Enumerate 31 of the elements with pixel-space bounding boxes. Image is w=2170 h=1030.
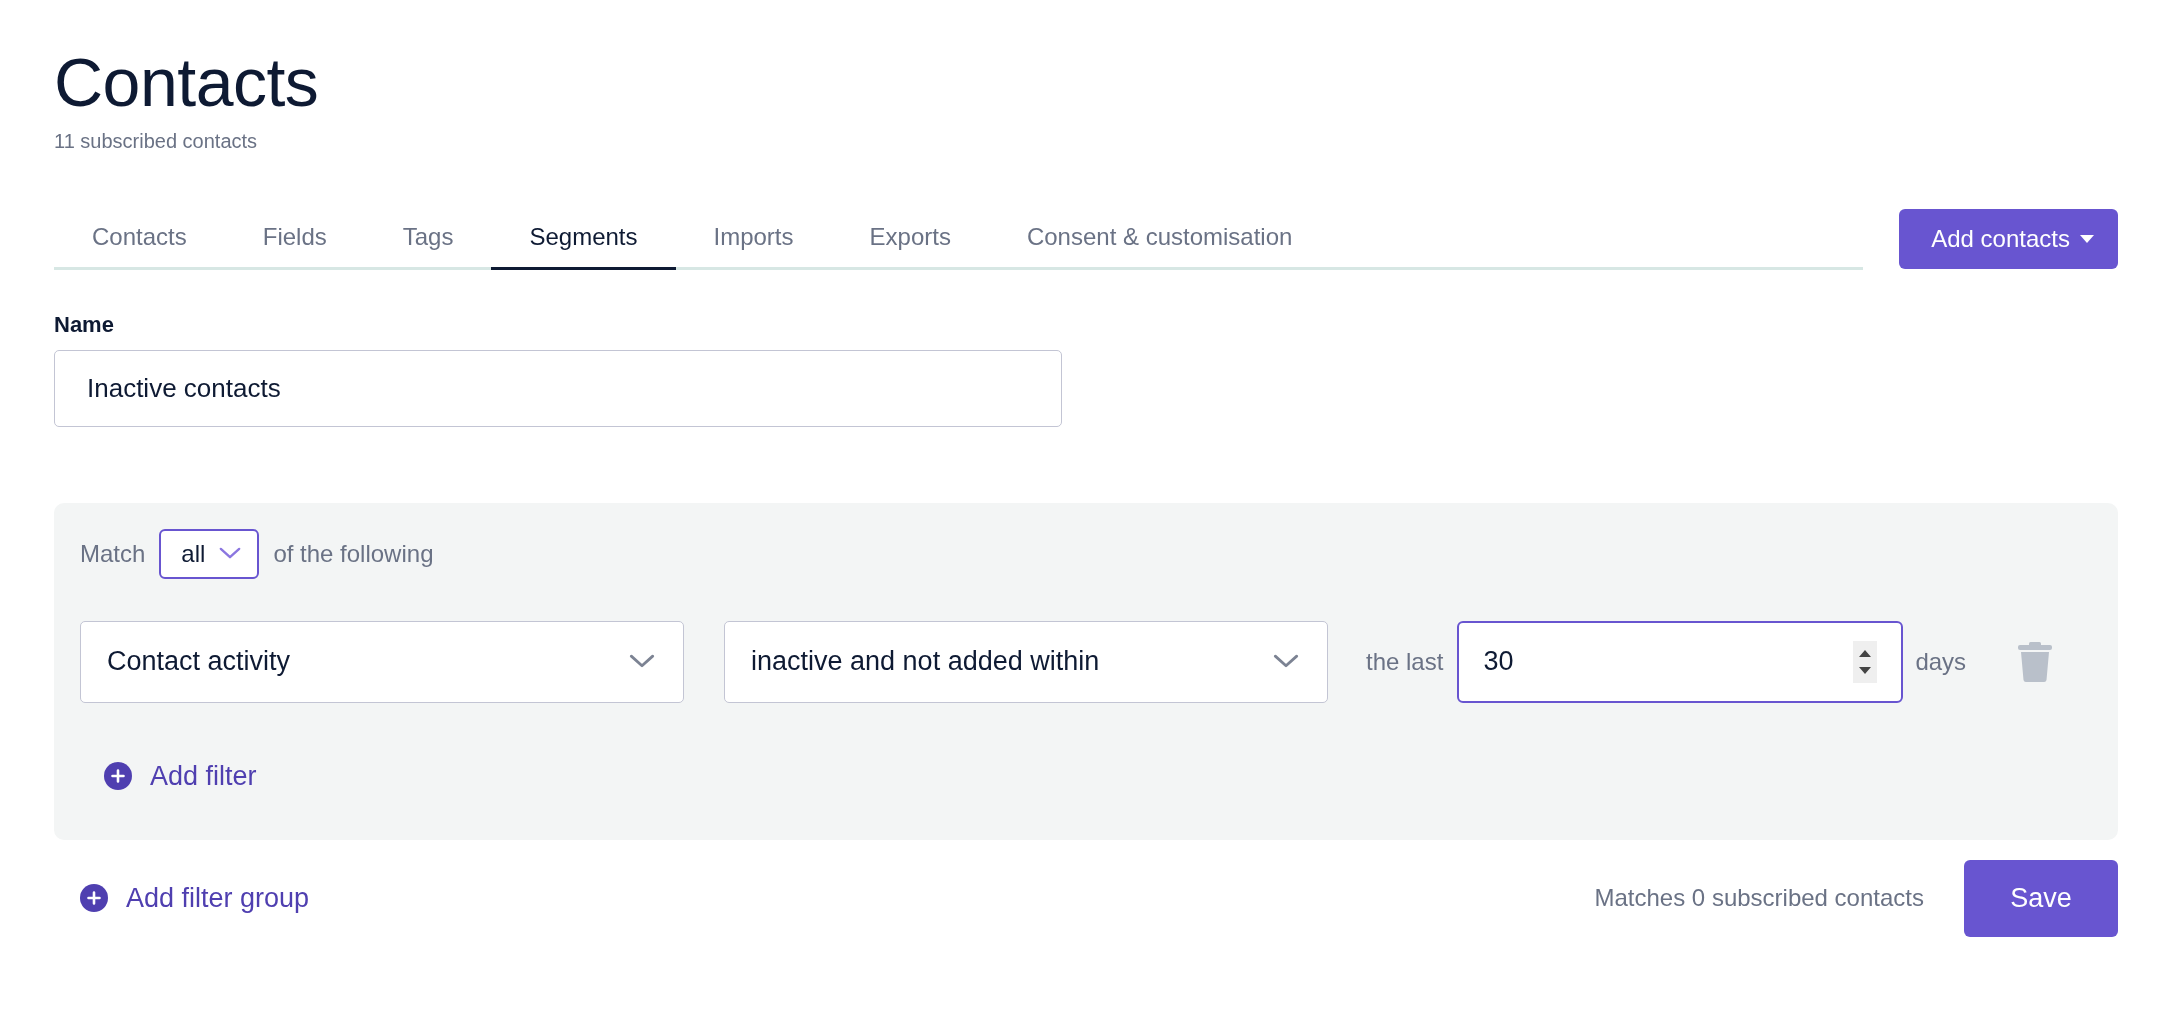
tab[interactable]: Tags [364,208,492,270]
suffix-label: days [1915,647,1967,676]
tab[interactable]: Consent & customisation [988,208,1331,270]
prefix-label: the last [1366,647,1444,676]
chevron-down-icon [219,547,242,561]
page-title: Contacts [54,43,320,122]
number-input-field[interactable]: 30 [1457,620,1904,703]
caret-icon [2080,235,2094,244]
tab[interactable]: Exports [831,208,989,270]
page-subtitle: 11 subscribed contacts [54,129,259,153]
match-suffix-label: of the following [273,539,434,568]
name-label: Name [54,311,115,338]
match-label: Match [80,539,146,568]
plus-circle-icon [104,762,132,791]
chevron-down-icon [629,654,655,670]
plus-circle-icon [80,884,108,913]
spinner-icon[interactable] [1853,640,1878,683]
match-count-text: Matches 0 subscribed contacts [1594,884,1924,913]
tab[interactable]: Imports [675,208,832,270]
match-select[interactable]: all [159,528,260,579]
add-filter-link[interactable]: Add filter [104,760,257,792]
field-select[interactable]: Contact activity [80,620,684,703]
name-input-field[interactable]: Inactive contacts [54,349,1062,427]
chevron-down-icon [1273,654,1299,670]
save-button[interactable]: Save [1964,859,2118,937]
add-filter-group-link[interactable]: Add filter group [80,882,310,914]
tab[interactable]: Contacts [54,208,225,270]
condition-select[interactable]: inactive and not added within [724,620,1328,703]
tab[interactable]: Segments [491,208,676,270]
tab[interactable]: Fields [224,208,365,270]
add-contacts-button[interactable]: Add contacts [1899,209,2118,270]
